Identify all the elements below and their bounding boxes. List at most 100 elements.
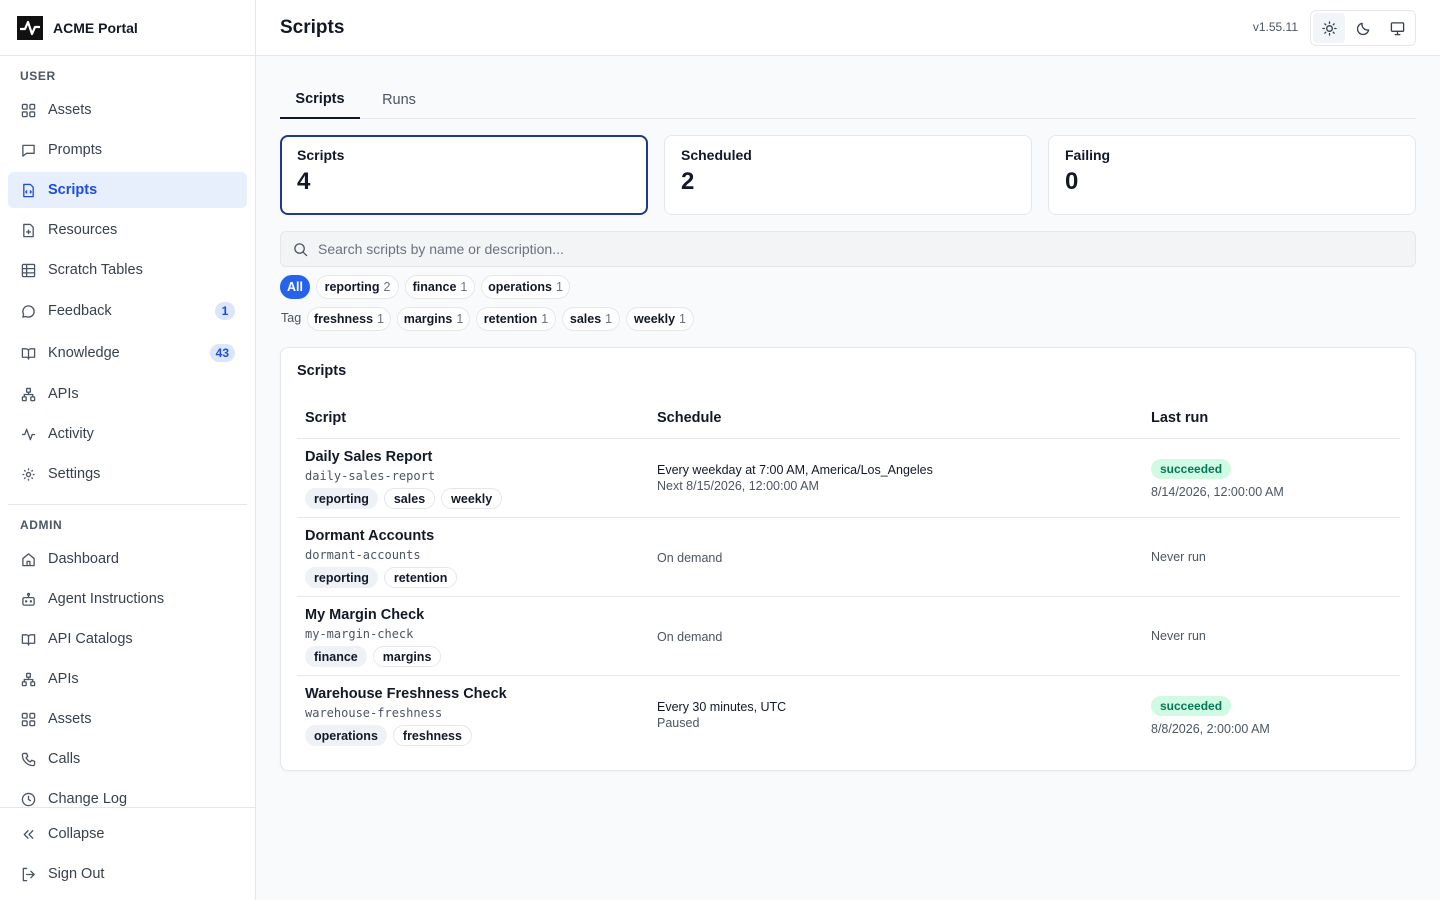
filter-chip-operations[interactable]: operations 1 [481,275,570,299]
tab-runs[interactable]: Runs [368,80,430,119]
app-name: ACME Portal [53,19,138,36]
stat-card-failing[interactable]: Failing 0 [1048,135,1416,215]
sidebar-item-label: Activity [48,426,94,442]
sidebar-item-activity[interactable]: Activity [8,416,247,452]
filter-chip-reporting[interactable]: reporting 2 [316,275,399,299]
tag-chip-margins[interactable]: margins 1 [397,307,470,331]
tab-label: Runs [382,91,416,108]
table-row[interactable]: Dormant Accounts dormant-accounts report… [297,517,1400,596]
sidebar-item-label: Agent Instructions [48,591,165,607]
sidebar-item-knowledge[interactable]: Knowledge 43 [8,335,247,371]
column-header-script[interactable]: Script [305,410,346,426]
last-run-cell: succeeded 8/14/2026, 12:00:00 AM [1151,459,1284,499]
book-open-icon [20,345,36,361]
last-run-time: 8/8/2026, 2:00:00 AM [1151,722,1270,736]
schedule-text: On demand [657,630,723,644]
sidebar-item-scripts[interactable]: Scripts [8,172,247,208]
brand[interactable]: ACME Portal [0,0,255,56]
page-tabs: Scripts Runs [280,80,1416,119]
table-row[interactable]: Warehouse Freshness Check warehouse-fres… [297,675,1400,754]
sidebar-divider [8,504,247,505]
activity-icon [20,426,36,442]
last-run-time: 8/14/2026, 12:00:00 AM [1151,485,1284,499]
column-header-schedule[interactable]: Schedule [657,410,721,426]
scripts-table-card: Scripts Script Schedule Last run Daily S… [280,347,1416,771]
sidebar-item-label: Knowledge [48,345,120,361]
sidebar-item-calls[interactable]: Calls [8,741,247,777]
sidebar-item-prompts[interactable]: Prompts [8,132,247,168]
page-title: Scripts [280,16,345,38]
table-icon [20,262,36,278]
stat-value: 0 [1065,168,1079,195]
sidebar-item-label: Scratch Tables [48,262,143,278]
chip-count: 1 [555,280,563,294]
chip-label: reporting [324,280,380,294]
file-plus-icon [20,222,36,238]
sidebar-item-admin-assets[interactable]: Assets [8,701,247,737]
sidebar-item-resources[interactable]: Resources [8,212,247,248]
column-header-last-run[interactable]: Last run [1151,410,1208,426]
book-open-icon [20,631,36,647]
tag-chip-weekly[interactable]: weekly 1 [626,307,694,331]
tag-pill: finance [305,646,367,667]
tag-pill: reporting [305,567,378,588]
sign-out-button[interactable]: Sign Out [8,856,247,892]
sidebar-item-feedback[interactable]: Feedback 1 [8,293,247,329]
home-icon [20,551,36,567]
sidebar-item-label: Feedback [48,303,112,319]
sidebar-item-apis[interactable]: APIs [8,376,247,412]
stat-card-scripts[interactable]: Scripts 4 [280,135,648,215]
sidebar-footer: Collapse Sign Out [0,807,255,900]
chip-label: freshness [313,312,374,326]
tag-chip-retention[interactable]: retention 1 [476,307,556,331]
sidebar-item-dashboard[interactable]: Dashboard [8,541,247,577]
stat-card-scheduled[interactable]: Scheduled 2 [664,135,1032,215]
table-row[interactable]: My Margin Check my-margin-check finance … [297,596,1400,675]
tag-pill: weekly [441,488,503,509]
search-input[interactable] [318,241,1398,257]
clock-icon [20,791,36,807]
filter-chip-all[interactable]: All [280,275,310,299]
top-bar: Scripts v1.55.11 [256,0,1440,56]
status-badge: succeeded [1151,459,1232,479]
sidebar-item-agent-instructions[interactable]: Agent Instructions [8,581,247,617]
grid-icon [20,102,36,118]
filter-chip-finance[interactable]: finance 1 [405,275,475,299]
script-slug: daily-sales-report [305,469,436,483]
system-theme-button[interactable] [1381,13,1413,43]
chip-count: 1 [456,312,464,326]
script-name[interactable]: Dormant Accounts [305,528,434,544]
light-theme-button[interactable] [1313,13,1345,43]
chip-label: sales [569,312,602,326]
tab-scripts[interactable]: Scripts [280,80,360,119]
chip-label: finance [412,280,457,294]
chip-count: 1 [460,280,468,294]
sidebar-item-settings[interactable]: Settings [8,456,247,492]
chip-count: 2 [383,280,391,294]
script-name[interactable]: Daily Sales Report [305,449,432,465]
phone-icon [20,751,36,767]
schedule-cell: Every 30 minutes, UTC Paused [657,699,786,731]
collapse-button[interactable]: Collapse [8,816,247,852]
script-name[interactable]: Warehouse Freshness Check [305,686,507,702]
tag-chip-sales[interactable]: sales 1 [562,307,620,331]
chevrons-left-icon [20,826,36,842]
schedule-status: Paused [657,716,700,730]
script-slug: dormant-accounts [305,548,421,562]
sidebar-item-api-catalogs[interactable]: API Catalogs [8,621,247,657]
last-run-cell: succeeded 8/8/2026, 2:00:00 AM [1151,696,1270,736]
chip-count: 1 [679,312,686,326]
tag-chip-freshness[interactable]: freshness 1 [307,307,391,331]
feedback-count-badge: 1 [215,302,235,320]
stat-value: 4 [297,168,311,195]
sidebar-item-assets[interactable]: Assets [8,92,247,128]
tag-filter-label: Tag [281,311,302,325]
script-name[interactable]: My Margin Check [305,607,424,623]
sidebar-item-admin-apis[interactable]: APIs [8,661,247,697]
table-row[interactable]: Daily Sales Report daily-sales-report re… [297,438,1400,517]
dark-theme-button[interactable] [1347,13,1379,43]
status-badge: succeeded [1151,696,1232,716]
last-run-time: Never run [1151,550,1206,564]
gear-icon [20,466,36,482]
sidebar-item-scratch-tables[interactable]: Scratch Tables [8,252,247,288]
